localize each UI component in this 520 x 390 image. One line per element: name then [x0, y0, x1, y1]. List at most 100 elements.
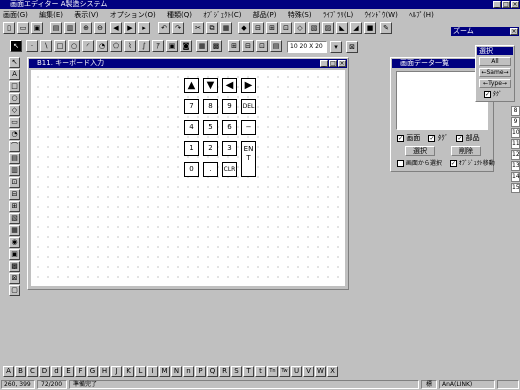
meter-tool-icon[interactable]: ◉ [9, 237, 20, 248]
cut-icon[interactable]: ✂ [192, 22, 204, 34]
ungroup-icon[interactable]: ▨ [322, 22, 334, 34]
curve-tool-icon[interactable]: ∫ [138, 40, 150, 52]
image-tool-icon[interactable]: ▣ [166, 40, 178, 52]
preview-icon[interactable]: ▥ [64, 22, 76, 34]
arc-tool-icon[interactable]: ◜ [82, 40, 94, 52]
grid-size-select[interactable]: 10 20 X 20 [287, 41, 327, 53]
text-tool-2-icon[interactable]: A [9, 69, 20, 80]
diamond-tool-icon[interactable]: ◇ [9, 105, 20, 116]
snap3-icon[interactable]: ⊡ [256, 40, 268, 52]
key-right[interactable]: ▶ [241, 78, 256, 93]
next-page-icon[interactable]: ▶ [124, 22, 136, 34]
mark-tool-icon[interactable]: ◙ [180, 40, 192, 52]
alpha-button-u[interactable]: U [291, 366, 302, 377]
sector-tool-icon[interactable]: ◔ [96, 40, 108, 52]
select-type-button[interactable]: ←Type→ [479, 79, 511, 88]
chk-select-tag-box[interactable]: ✓ [484, 91, 491, 98]
key-6[interactable]: 6 [222, 120, 237, 135]
alpha-button-p[interactable]: P [195, 366, 206, 377]
column-tool-icon[interactable]: ▥ [9, 165, 20, 176]
copy-icon[interactable]: ⧉ [206, 22, 218, 34]
fill-icon[interactable]: ◆ [238, 22, 250, 34]
layer-icon[interactable]: ▦ [196, 40, 208, 52]
chk-from-screen-box[interactable] [397, 160, 404, 167]
paste-icon[interactable]: ▦ [220, 22, 232, 34]
alpha-button-f[interactable]: F [75, 366, 86, 377]
select-tool-icon[interactable]: ↖ [9, 57, 20, 68]
pointer-tool-icon[interactable]: ↖ [10, 40, 22, 52]
color-icon[interactable]: ■ [364, 22, 376, 34]
menu-library[interactable]: ﾗｲﾌﾞﾗﾘ(L) [323, 11, 353, 19]
alpha-button-g[interactable]: G [87, 366, 98, 377]
pie-tool-icon[interactable]: ◔ [9, 129, 20, 140]
back-icon[interactable]: ◢ [350, 22, 362, 34]
close-button[interactable]: × [511, 1, 519, 8]
maximize-button[interactable]: □ [502, 1, 510, 8]
zoom-out-icon[interactable]: ⊖ [94, 22, 106, 34]
alpha-button-x[interactable]: X [327, 366, 338, 377]
key-9[interactable]: 9 [222, 99, 237, 114]
alpha-button-j[interactable]: J [111, 366, 122, 377]
zoom-in-icon[interactable]: ⊕ [80, 22, 92, 34]
alpha-button-w[interactable]: W [315, 366, 326, 377]
dropdown-chevron-icon[interactable]: ▾ [330, 41, 342, 53]
alpha-button-n[interactable]: N [171, 366, 182, 377]
alpha-button-tn[interactable]: Tn [267, 366, 278, 377]
chk-screen-box[interactable]: ✓ [397, 134, 404, 142]
alpha-button-n-lower[interactable]: n [183, 366, 194, 377]
menu-parts[interactable]: 部品(P) [253, 11, 277, 19]
pencil-icon[interactable]: ✎ [380, 22, 392, 34]
front-icon[interactable]: ◣ [336, 22, 348, 34]
zoom-panel-close-button[interactable]: × [510, 28, 518, 35]
box-tool-icon[interactable]: □ [9, 81, 20, 92]
minimize-button[interactable]: _ [493, 1, 501, 8]
new-file-icon[interactable]: ▯ [3, 22, 15, 34]
menu-window[interactable]: ｳｲﾝﾄﾞｳ(W) [364, 11, 397, 19]
alpha-button-tw[interactable]: Tw [279, 366, 290, 377]
menu-edit[interactable]: 編集(E) [39, 11, 63, 19]
panel-tool-icon[interactable]: ▣ [9, 249, 20, 260]
alpha-button-s[interactable]: S [231, 366, 242, 377]
alpha-button-a[interactable]: A [3, 366, 14, 377]
open-icon[interactable]: ▭ [17, 22, 29, 34]
alpha-button-m[interactable]: M [159, 366, 170, 377]
frame-tool-icon[interactable]: ▭ [9, 117, 20, 128]
menu-object[interactable]: ｵﾌﾞｼﾞｪｸﾄ(C) [203, 11, 241, 19]
select-same-button[interactable]: ←Same→ [479, 68, 511, 77]
menu-view[interactable]: 表示(V) [74, 11, 98, 19]
group-icon[interactable]: ▧ [308, 22, 320, 34]
chk-tag-box[interactable]: ✓ [428, 134, 436, 142]
chk-object-move-box[interactable]: ✓ [449, 160, 457, 167]
dot-tool-icon[interactable]: · [26, 40, 38, 52]
alpha-button-d-lower[interactable]: d [51, 366, 62, 377]
polygon-tool-icon[interactable]: ⬠ [110, 40, 122, 52]
key-0[interactable]: 0 [184, 162, 199, 177]
menu-help[interactable]: ﾍﾙﾌﾟ(H) [409, 11, 434, 19]
alpha-button-c[interactable]: C [27, 366, 38, 377]
delete-button[interactable]: 削除 [451, 146, 481, 156]
text-tool-icon[interactable]: ｱ [152, 40, 164, 52]
key-clr[interactable]: CLR [222, 162, 237, 177]
alpha-button-v[interactable]: V [303, 366, 314, 377]
menu-type[interactable]: 種類(Q) [167, 11, 192, 19]
diamond-icon[interactable]: ◇ [294, 22, 306, 34]
alpha-button-t[interactable]: T [243, 366, 254, 377]
alpha-button-r[interactable]: R [219, 366, 230, 377]
select-all-button[interactable]: All [479, 57, 511, 66]
alpha-button-q[interactable]: Q [207, 366, 218, 377]
menu-screen[interactable]: 画面(G) [3, 11, 28, 19]
alpha-button-b[interactable]: B [15, 366, 26, 377]
undo-icon[interactable]: ↶ [158, 22, 170, 34]
key-7[interactable]: 7 [184, 99, 199, 114]
key-3[interactable]: 3 [222, 141, 237, 156]
key-up[interactable]: ▲ [184, 78, 199, 93]
key-1[interactable]: 1 [184, 141, 199, 156]
polyline-tool-icon[interactable]: ⌇ [124, 40, 136, 52]
grid-icon[interactable]: ▩ [210, 40, 222, 52]
snap2-icon[interactable]: ⊟ [242, 40, 254, 52]
redo-icon[interactable]: ↷ [172, 22, 184, 34]
line-tool-icon[interactable]: ∖ [40, 40, 52, 52]
key-8[interactable]: 8 [203, 99, 218, 114]
menu-special[interactable]: 特殊(S) [288, 11, 312, 19]
ellipse-tool-icon[interactable]: ○ [9, 93, 20, 104]
